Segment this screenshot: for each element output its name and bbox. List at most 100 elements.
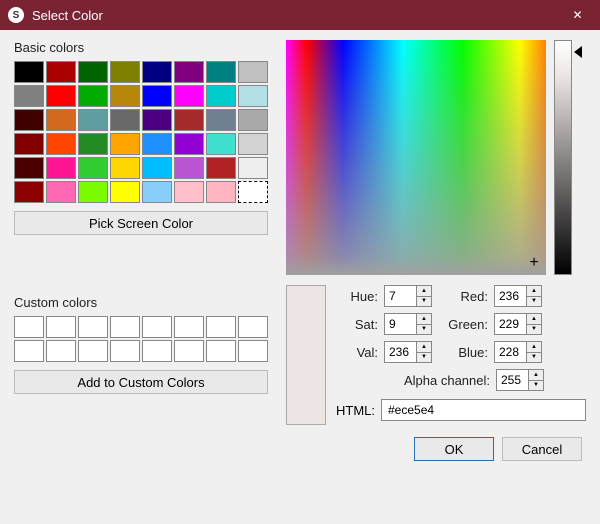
basic-swatch[interactable]: [174, 181, 204, 203]
custom-swatch[interactable]: [206, 340, 236, 362]
red-up[interactable]: ▲: [526, 285, 542, 297]
basic-swatch[interactable]: [206, 157, 236, 179]
basic-swatch[interactable]: [142, 85, 172, 107]
ok-button[interactable]: OK: [414, 437, 494, 461]
green-stepper[interactable]: ▲▼: [494, 313, 544, 335]
basic-swatch[interactable]: [14, 181, 44, 203]
basic-swatch[interactable]: [206, 109, 236, 131]
basic-swatch[interactable]: [110, 109, 140, 131]
custom-swatch[interactable]: [142, 340, 172, 362]
basic-swatch[interactable]: [206, 181, 236, 203]
sat-stepper[interactable]: ▲▼: [384, 313, 434, 335]
custom-swatch[interactable]: [238, 316, 268, 338]
hue-sat-picker[interactable]: +: [286, 40, 546, 275]
value-slider[interactable]: [554, 40, 572, 275]
hue-down[interactable]: ▼: [416, 297, 432, 308]
hue-input[interactable]: [384, 285, 416, 307]
html-input[interactable]: [381, 399, 586, 421]
basic-swatch[interactable]: [14, 157, 44, 179]
val-up[interactable]: ▲: [416, 341, 432, 353]
custom-swatch[interactable]: [14, 340, 44, 362]
basic-swatch[interactable]: [78, 61, 108, 83]
custom-swatch[interactable]: [110, 316, 140, 338]
alpha-input[interactable]: [496, 369, 528, 391]
sat-down[interactable]: ▼: [416, 325, 432, 336]
pick-screen-color-button[interactable]: Pick Screen Color: [14, 211, 268, 235]
value-slider-handle[interactable]: [574, 46, 582, 58]
sat-input[interactable]: [384, 313, 416, 335]
custom-swatch[interactable]: [174, 340, 204, 362]
basic-swatch[interactable]: [78, 133, 108, 155]
basic-swatch[interactable]: [238, 85, 268, 107]
basic-swatch[interactable]: [206, 133, 236, 155]
basic-swatch[interactable]: [110, 157, 140, 179]
basic-swatch[interactable]: [78, 181, 108, 203]
val-stepper[interactable]: ▲▼: [384, 341, 434, 363]
basic-swatch[interactable]: [238, 61, 268, 83]
custom-swatch[interactable]: [78, 340, 108, 362]
basic-swatch[interactable]: [46, 157, 76, 179]
hue-stepper[interactable]: ▲▼: [384, 285, 434, 307]
close-button[interactable]: ✕: [555, 0, 600, 30]
blue-down[interactable]: ▼: [526, 353, 542, 364]
alpha-up[interactable]: ▲: [528, 369, 544, 381]
basic-swatch[interactable]: [46, 181, 76, 203]
basic-swatch[interactable]: [174, 85, 204, 107]
basic-swatch[interactable]: [110, 133, 140, 155]
basic-swatch[interactable]: [174, 109, 204, 131]
basic-swatch[interactable]: [238, 181, 268, 203]
basic-swatch[interactable]: [238, 133, 268, 155]
custom-swatch[interactable]: [78, 316, 108, 338]
alpha-stepper[interactable]: ▲▼: [496, 369, 544, 391]
red-down[interactable]: ▼: [526, 297, 542, 308]
basic-swatch[interactable]: [238, 109, 268, 131]
basic-swatch[interactable]: [142, 109, 172, 131]
custom-swatch[interactable]: [14, 316, 44, 338]
green-up[interactable]: ▲: [526, 313, 542, 325]
basic-swatch[interactable]: [206, 61, 236, 83]
val-down[interactable]: ▼: [416, 353, 432, 364]
basic-swatch[interactable]: [110, 61, 140, 83]
basic-swatch[interactable]: [46, 61, 76, 83]
basic-swatch[interactable]: [174, 61, 204, 83]
basic-swatch[interactable]: [46, 85, 76, 107]
basic-swatch[interactable]: [142, 181, 172, 203]
basic-swatch[interactable]: [142, 157, 172, 179]
basic-swatch[interactable]: [46, 133, 76, 155]
sat-up[interactable]: ▲: [416, 313, 432, 325]
cancel-button[interactable]: Cancel: [502, 437, 582, 461]
basic-swatch[interactable]: [78, 85, 108, 107]
basic-swatch[interactable]: [206, 85, 236, 107]
basic-swatch[interactable]: [142, 61, 172, 83]
blue-input[interactable]: [494, 341, 526, 363]
basic-swatch[interactable]: [110, 85, 140, 107]
basic-swatch[interactable]: [14, 109, 44, 131]
basic-swatch[interactable]: [78, 157, 108, 179]
val-input[interactable]: [384, 341, 416, 363]
custom-swatch[interactable]: [238, 340, 268, 362]
basic-swatch[interactable]: [174, 157, 204, 179]
basic-swatch[interactable]: [14, 61, 44, 83]
add-to-custom-colors-button[interactable]: Add to Custom Colors: [14, 370, 268, 394]
basic-swatch[interactable]: [142, 133, 172, 155]
custom-swatch[interactable]: [206, 316, 236, 338]
custom-swatch[interactable]: [142, 316, 172, 338]
basic-swatch[interactable]: [110, 181, 140, 203]
hue-up[interactable]: ▲: [416, 285, 432, 297]
custom-swatch[interactable]: [46, 316, 76, 338]
basic-swatch[interactable]: [174, 133, 204, 155]
basic-swatch[interactable]: [14, 133, 44, 155]
custom-swatch[interactable]: [110, 340, 140, 362]
red-stepper[interactable]: ▲▼: [494, 285, 544, 307]
alpha-down[interactable]: ▼: [528, 381, 544, 392]
red-input[interactable]: [494, 285, 526, 307]
basic-swatch[interactable]: [78, 109, 108, 131]
blue-up[interactable]: ▲: [526, 341, 542, 353]
green-down[interactable]: ▼: [526, 325, 542, 336]
basic-swatch[interactable]: [14, 85, 44, 107]
basic-swatch[interactable]: [238, 157, 268, 179]
custom-swatch[interactable]: [46, 340, 76, 362]
blue-stepper[interactable]: ▲▼: [494, 341, 544, 363]
custom-swatch[interactable]: [174, 316, 204, 338]
basic-swatch[interactable]: [46, 109, 76, 131]
